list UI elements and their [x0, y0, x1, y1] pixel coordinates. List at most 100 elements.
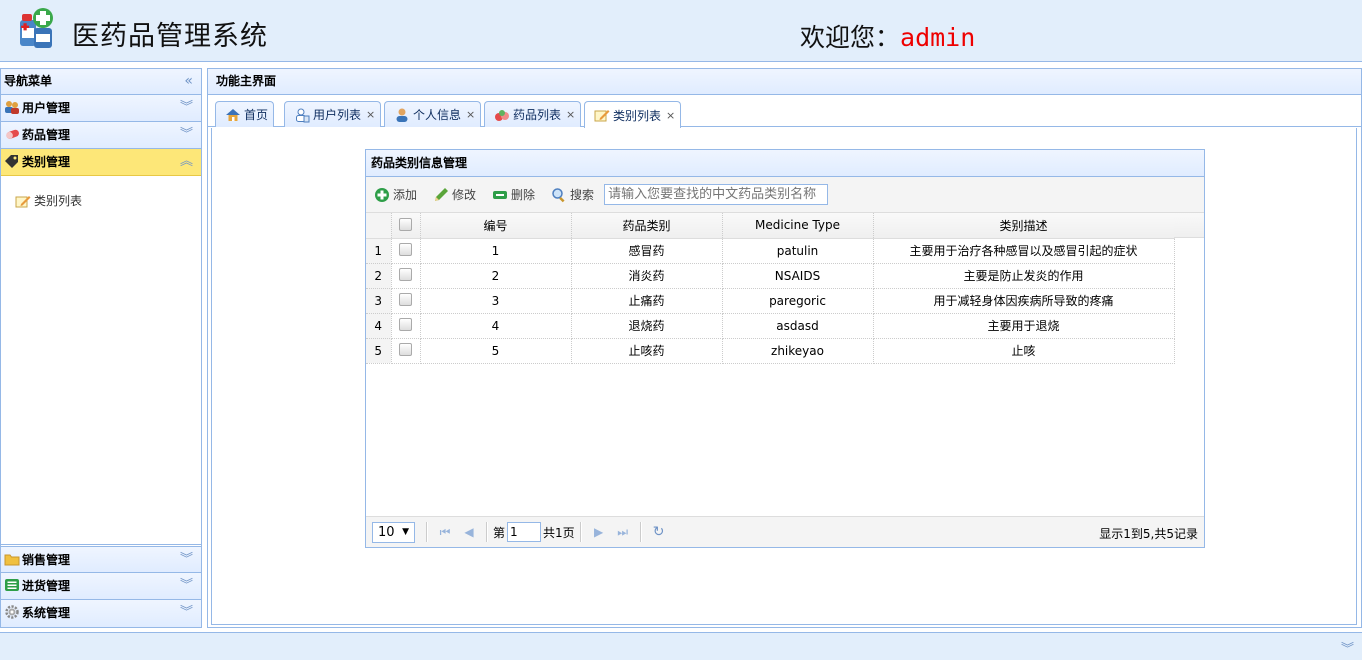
- column-header-id[interactable]: 编号: [420, 213, 572, 239]
- nav-section-purchase[interactable]: 进货管理 ︾: [1, 573, 201, 600]
- search-icon: [552, 187, 565, 202]
- folder-icon: [4, 554, 20, 566]
- pencil-note-icon: [15, 195, 31, 207]
- row-number-header: [366, 213, 392, 239]
- chevron-down-icon[interactable]: ︾: [180, 95, 193, 121]
- nav-section-label: 进货管理: [22, 579, 71, 593]
- pagination-bar: 10 ▼ ⏮ ◀ 第 共1页 ▶ ⏭ ↻ 显示1到5,共5记录: [366, 516, 1204, 547]
- row-checkbox[interactable]: [399, 268, 412, 281]
- pager-separator: [639, 522, 642, 542]
- tab-category-list[interactable]: 类别列表 ×: [584, 101, 682, 128]
- nav-bottom-sections: 销售管理 ︾ 进货管理 ︾ 系统管理 ︾: [1, 546, 201, 627]
- column-header-description[interactable]: 类别描述: [873, 213, 1175, 239]
- nav-section-users[interactable]: 用户管理 ︾: [1, 95, 201, 122]
- pill-icon: [495, 109, 509, 121]
- tree-item-category-list[interactable]: 类别列表: [15, 192, 187, 209]
- table-row[interactable]: 4 4 退烧药 asdasd 主要用于退烧: [366, 313, 1175, 339]
- category-grid-panel: 药品类别信息管理 添加 修改 删除 搜索 编号: [365, 149, 1205, 548]
- chevron-down-icon[interactable]: ︾: [1341, 638, 1354, 657]
- cell-medicine-type: zhikeyao: [722, 338, 874, 364]
- row-checkbox[interactable]: [399, 243, 412, 256]
- user-list-icon: [296, 108, 310, 122]
- grid-body: 编号 药品类别 Medicine Type 类别描述 1 1 感冒药 patul…: [366, 213, 1204, 492]
- delete-label: 删除: [511, 188, 536, 202]
- page-size-select[interactable]: 10 ▼: [372, 521, 415, 543]
- table-row[interactable]: 5 5 止咳药 zhikeyao 止咳: [366, 338, 1175, 364]
- close-icon[interactable]: ×: [366, 108, 375, 121]
- current-username: admin: [900, 23, 976, 52]
- chevron-down-icon[interactable]: ︾: [180, 122, 193, 148]
- chevron-down-icon[interactable]: ︾: [180, 547, 193, 573]
- tree-item-label: 类别列表: [34, 194, 83, 208]
- row-checkbox[interactable]: [399, 343, 412, 356]
- tab-home[interactable]: 首页: [215, 101, 275, 127]
- grid-panel-header: 药品类别信息管理: [366, 150, 1204, 177]
- nav-section-medicines[interactable]: 药品管理 ︾: [1, 122, 201, 149]
- cell-description: 主要用于治疗各种感冒以及感冒引起的症状: [873, 238, 1175, 264]
- users-icon: [5, 101, 19, 114]
- table-row[interactable]: 1 1 感冒药 patulin 主要用于治疗各种感冒以及感冒引起的症状: [366, 238, 1175, 264]
- search-button[interactable]: 搜索: [551, 186, 594, 203]
- medicine-logo-icon: [20, 8, 53, 48]
- edit-label: 修改: [452, 188, 477, 202]
- collapse-left-icon[interactable]: «: [184, 69, 193, 94]
- nav-section-label: 药品管理: [22, 128, 71, 142]
- footer-bar: ︾: [0, 632, 1362, 660]
- tab-user-list[interactable]: 用户列表 ×: [284, 101, 382, 127]
- tab-medicine-list[interactable]: 药品列表 ×: [484, 101, 582, 127]
- select-all-checkbox[interactable]: [399, 217, 412, 231]
- tab-label: 个人信息: [413, 108, 462, 122]
- nav-panel-header: 导航菜单 «: [1, 69, 201, 95]
- chevron-down-icon[interactable]: ︾: [180, 573, 193, 599]
- list-icon: [5, 579, 19, 591]
- table-row[interactable]: 2 2 消炎药 NSAIDS 主要是防止发炎的作用: [366, 263, 1175, 289]
- last-page-icon[interactable]: ⏭: [611, 525, 635, 540]
- cell-description: 止咳: [873, 338, 1175, 364]
- nav-section-categories[interactable]: 类别管理 ︽: [1, 149, 201, 176]
- welcome-prefix: 欢迎您：: [800, 23, 901, 52]
- pill-icon: [6, 129, 19, 139]
- row-checkbox[interactable]: [399, 318, 412, 331]
- nav-section-sales[interactable]: 销售管理 ︾: [1, 546, 201, 573]
- cell-id: 2: [420, 263, 572, 289]
- app-title: 医药品管理系统: [72, 21, 268, 52]
- close-icon[interactable]: ×: [666, 109, 675, 122]
- main-panel-header: 功能主界面: [208, 69, 1361, 95]
- first-page-icon[interactable]: ⏮: [433, 525, 457, 540]
- person-icon: [396, 108, 408, 122]
- delete-button[interactable]: 删除: [492, 186, 535, 203]
- main-panel-title: 功能主界面: [216, 74, 277, 88]
- row-number: 3: [366, 288, 392, 314]
- chevron-up-icon[interactable]: ︽: [180, 149, 193, 175]
- pencil-icon: [435, 187, 449, 201]
- prev-page-icon[interactable]: ◀: [457, 525, 481, 539]
- cell-description: 主要是防止发炎的作用: [873, 263, 1175, 289]
- row-number: 2: [366, 263, 392, 289]
- row-number: 4: [366, 313, 392, 339]
- search-input[interactable]: [604, 184, 829, 205]
- cell-category: 止痛药: [571, 288, 723, 314]
- edit-button[interactable]: 修改: [433, 186, 476, 203]
- nav-section-label: 用户管理: [22, 101, 71, 115]
- refresh-icon[interactable]: ↻: [647, 524, 671, 540]
- row-checkbox[interactable]: [399, 293, 412, 306]
- table-header-row: 编号 药品类别 Medicine Type 类别描述: [366, 213, 1175, 239]
- next-page-icon[interactable]: ▶: [587, 525, 611, 539]
- add-button[interactable]: 添加: [374, 186, 417, 203]
- close-icon[interactable]: ×: [466, 108, 475, 121]
- search-label: 搜索: [570, 188, 595, 202]
- tab-label: 类别列表: [613, 108, 662, 123]
- page-number-input[interactable]: [507, 522, 542, 542]
- table-row[interactable]: 3 3 止痛药 paregoric 用于减轻身体因疾病所导致的疼痛: [366, 288, 1175, 314]
- tab-strip: 首页 用户列表 × 个人信息 × 药品列表 × 类别列表 ×: [208, 95, 1361, 128]
- nav-section-system[interactable]: 系统管理 ︾: [1, 600, 201, 627]
- row-number: 5: [366, 338, 392, 364]
- close-icon[interactable]: ×: [566, 108, 575, 121]
- tab-personal-info[interactable]: 个人信息 ×: [384, 101, 482, 127]
- column-header-category[interactable]: 药品类别: [571, 213, 723, 239]
- cell-category: 止咳药: [571, 338, 723, 364]
- column-header-medicine-type[interactable]: Medicine Type: [722, 213, 874, 239]
- tab-label: 药品列表: [513, 108, 562, 122]
- pager-separator: [426, 522, 428, 542]
- chevron-down-icon[interactable]: ︾: [180, 600, 193, 626]
